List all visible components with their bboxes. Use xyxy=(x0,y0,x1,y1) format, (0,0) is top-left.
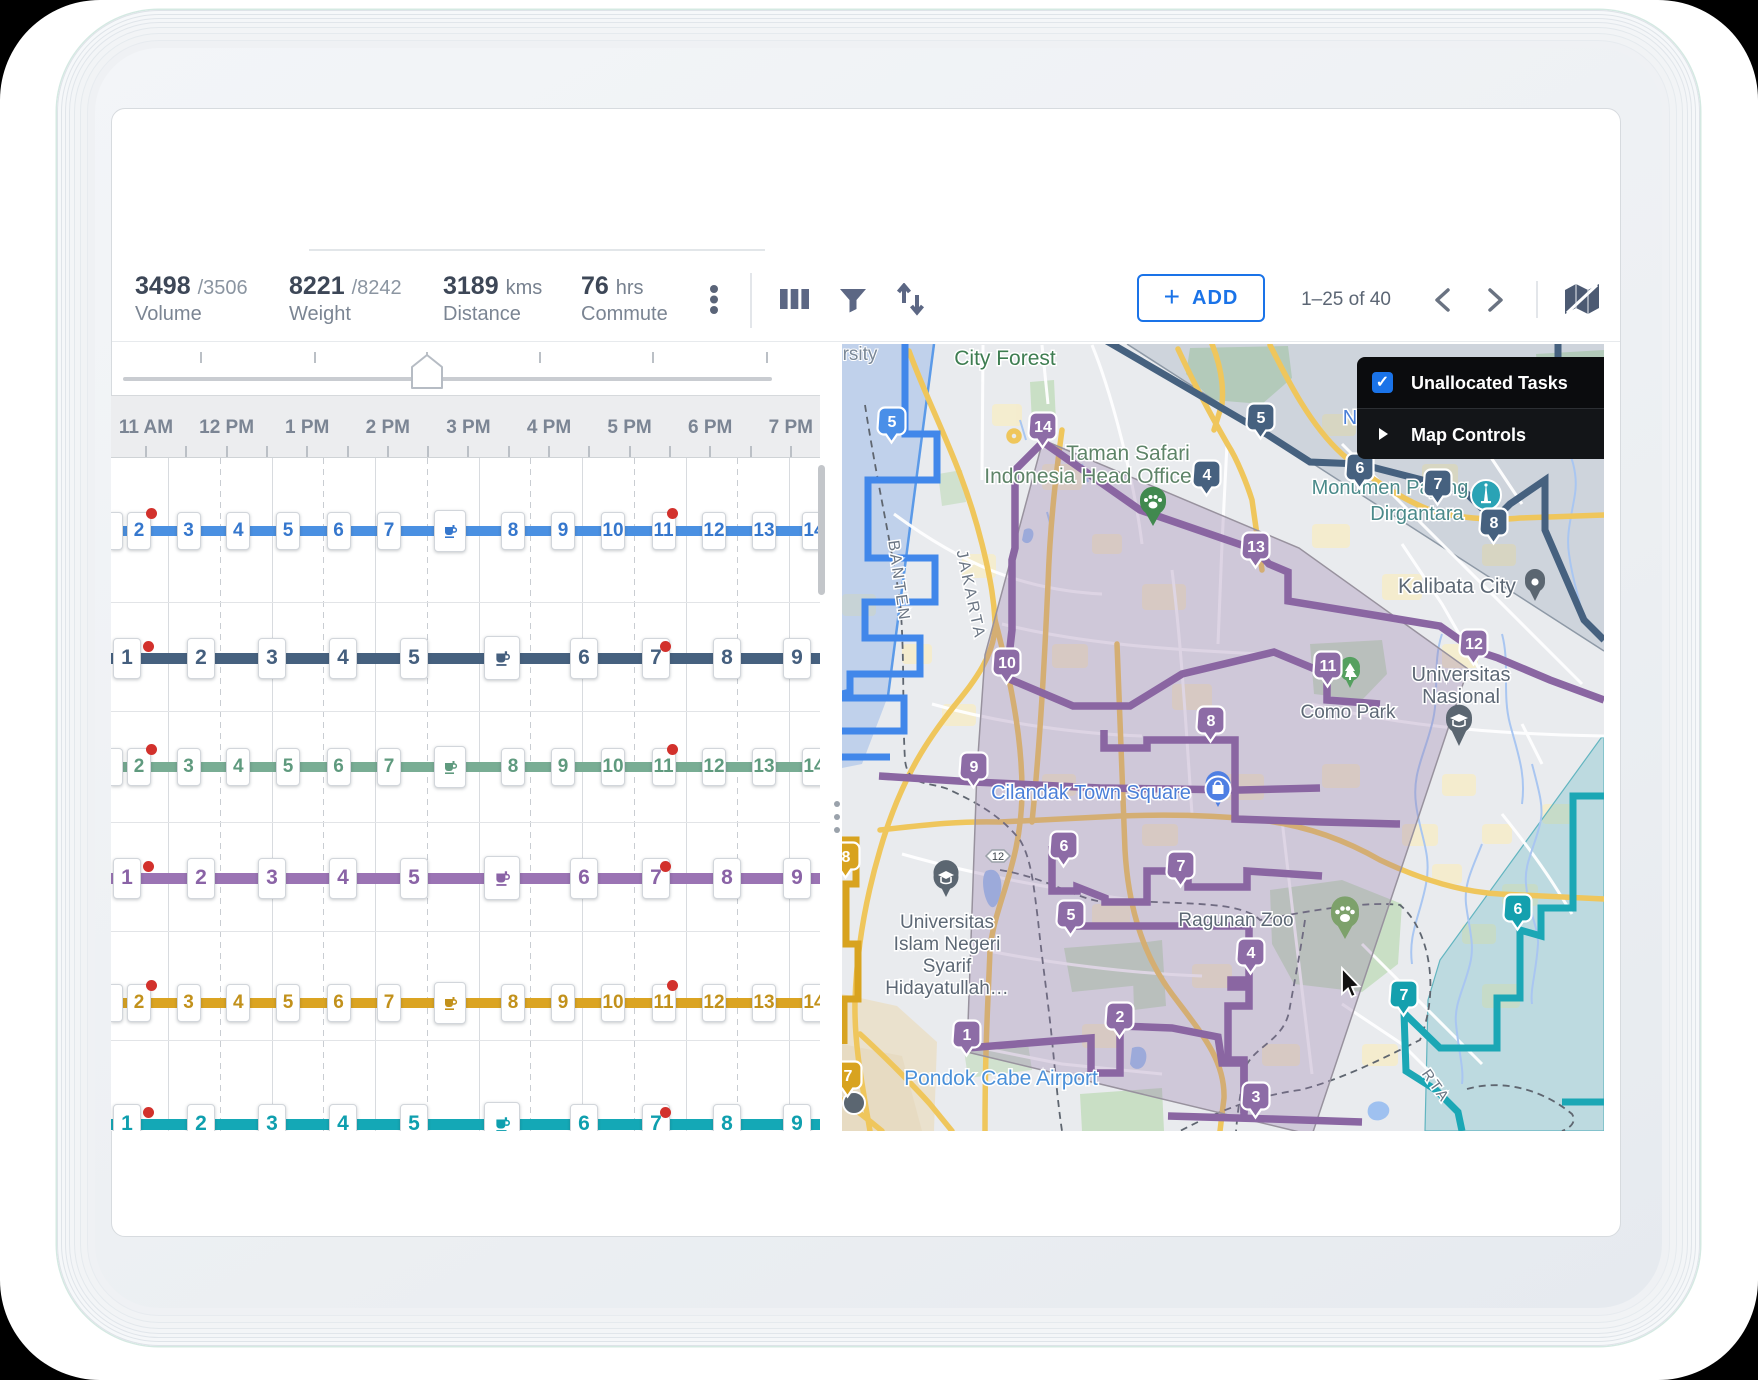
svg-text:5: 5 xyxy=(1257,410,1266,427)
svg-text:Pondok Cabe Airport: Pondok Cabe Airport xyxy=(904,1067,1098,1090)
svg-text:5: 5 xyxy=(888,414,897,431)
svg-text:Universitas: Universitas xyxy=(900,912,994,933)
svg-text:8: 8 xyxy=(842,849,851,866)
svg-text:4: 4 xyxy=(1203,467,1212,484)
svg-text:12: 12 xyxy=(992,851,1004,863)
svg-text:3: 3 xyxy=(1252,1089,1261,1106)
svg-text:Indonesia Head Office: Indonesia Head Office xyxy=(984,465,1191,488)
svg-text:7: 7 xyxy=(844,1068,853,1085)
svg-text:Universitas: Universitas xyxy=(1412,664,1511,686)
svg-text:Como Park: Como Park xyxy=(1300,702,1396,723)
svg-text:Cilandak Town Square: Cilandak Town Square xyxy=(991,782,1191,804)
svg-text:Syarif: Syarif xyxy=(923,956,972,977)
svg-text:4: 4 xyxy=(1247,945,1256,962)
svg-text:8: 8 xyxy=(1490,515,1499,532)
svg-text:1: 1 xyxy=(963,1027,972,1044)
svg-text:10: 10 xyxy=(998,655,1016,672)
svg-text:Taman Safari: Taman Safari xyxy=(1066,442,1190,465)
svg-text:Nasional: Nasional xyxy=(1422,686,1500,708)
svg-text:7: 7 xyxy=(1434,476,1443,493)
svg-text:7: 7 xyxy=(1177,858,1186,875)
svg-text:9: 9 xyxy=(970,759,979,776)
svg-text:11: 11 xyxy=(1320,658,1337,675)
svg-text:City Forest: City Forest xyxy=(954,347,1056,370)
svg-text:7: 7 xyxy=(1400,987,1409,1004)
svg-text:12: 12 xyxy=(1465,636,1483,653)
svg-text:5: 5 xyxy=(1067,907,1076,924)
svg-text:Ragunan Zoo: Ragunan Zoo xyxy=(1178,910,1293,931)
svg-text:2: 2 xyxy=(1116,1009,1125,1026)
svg-text:6: 6 xyxy=(1356,460,1365,477)
svg-text:Hidayatullah…: Hidayatullah… xyxy=(885,978,1009,999)
svg-text:8: 8 xyxy=(1207,713,1216,730)
svg-text:6: 6 xyxy=(1514,901,1523,918)
svg-text:rsity: rsity xyxy=(843,344,878,365)
svg-text:Kalibata City: Kalibata City xyxy=(1398,575,1516,598)
svg-text:Islam Negeri: Islam Negeri xyxy=(894,934,1001,955)
svg-text:N: N xyxy=(1343,407,1357,429)
svg-text:13: 13 xyxy=(1247,539,1265,556)
svg-text:6: 6 xyxy=(1060,838,1069,855)
svg-text:14: 14 xyxy=(1034,419,1052,436)
svg-text:Dirgantara: Dirgantara xyxy=(1370,503,1464,525)
